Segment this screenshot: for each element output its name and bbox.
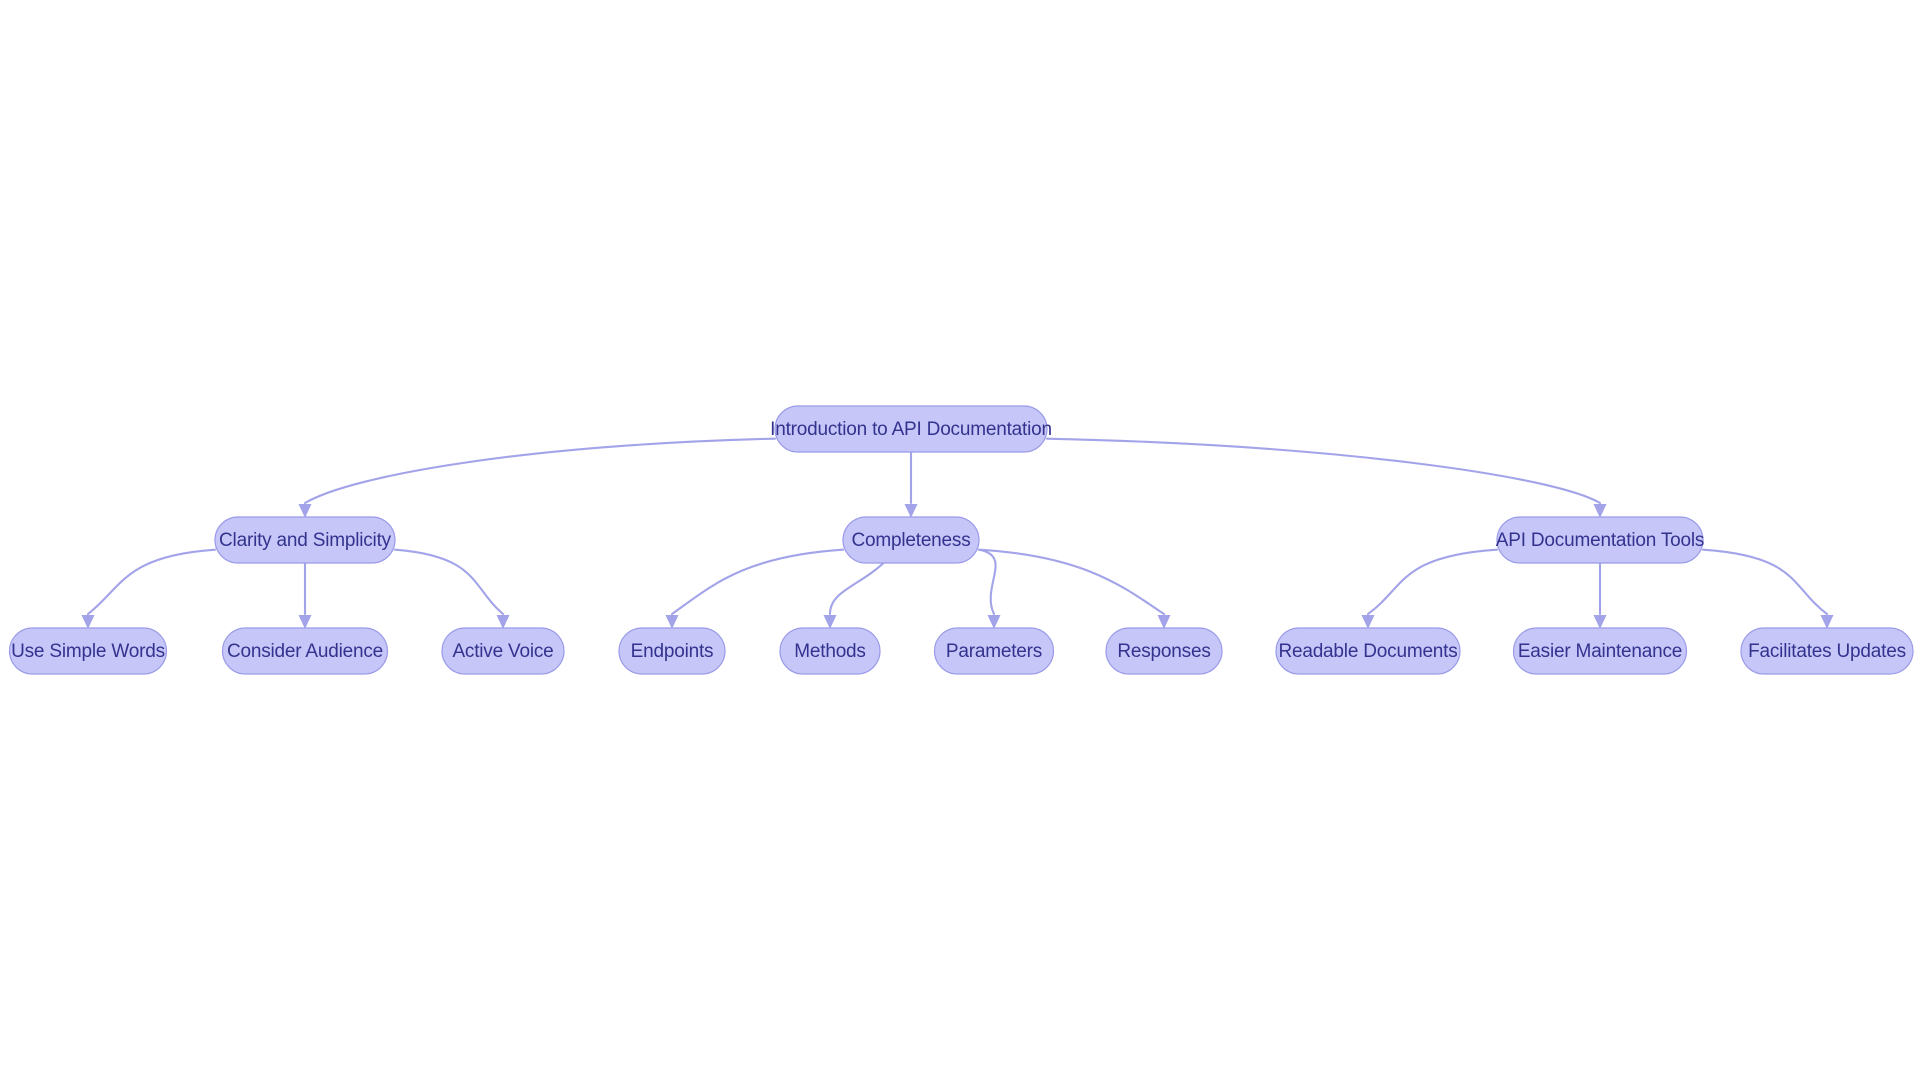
edge-clarity-to-active-voice	[393, 548, 510, 629]
edge-line	[828, 561, 885, 616]
node-box[interactable]	[779, 627, 881, 675]
edge-clarity-to-consider-audience	[298, 561, 312, 629]
node-methods[interactable]: Methods	[779, 627, 881, 675]
edge-tools-to-easier-maintenance	[1593, 561, 1607, 629]
node-box[interactable]	[441, 627, 565, 675]
node-root[interactable]: Introduction to API Documentation	[770, 405, 1052, 453]
edge-root-to-completeness	[904, 450, 918, 518]
edge-root-to-clarity	[298, 437, 777, 518]
edge-completeness-to-endpoints	[665, 548, 845, 629]
node-box[interactable]	[774, 405, 1048, 453]
node-parameters[interactable]: Parameters	[933, 627, 1055, 675]
node-box[interactable]	[1740, 627, 1914, 675]
node-endpoints[interactable]: Endpoints	[618, 627, 726, 675]
edge-line	[1045, 437, 1602, 505]
edge-line	[1701, 548, 1829, 616]
node-box[interactable]	[214, 516, 396, 564]
node-box[interactable]	[1512, 627, 1688, 675]
node-facilitates-updates[interactable]: Facilitates Updates	[1740, 627, 1914, 675]
node-consider-audience[interactable]: Consider Audience	[221, 627, 389, 675]
node-box[interactable]	[8, 627, 168, 675]
arrow-head-icon	[496, 615, 510, 629]
node-responses[interactable]: Responses	[1105, 627, 1223, 675]
nodes-layer: Introduction to API Documentation Clarity…	[8, 405, 1914, 675]
edge-line	[670, 548, 845, 616]
edge-tools-to-facilitates-updates	[1701, 548, 1834, 629]
arrow-head-icon	[1157, 615, 1171, 629]
arrow-head-icon	[1593, 504, 1607, 518]
edge-tools-to-readable-documents	[1361, 548, 1499, 629]
node-tools[interactable]: API Documentation Tools	[1496, 516, 1704, 564]
arrow-head-icon	[81, 615, 95, 629]
arrow-head-icon	[298, 504, 312, 518]
arrow-head-icon	[987, 615, 1001, 629]
node-box[interactable]	[1105, 627, 1223, 675]
arrow-head-icon	[1820, 615, 1834, 629]
arrow-head-icon	[1593, 615, 1607, 629]
node-box[interactable]	[1275, 627, 1461, 675]
node-box[interactable]	[842, 516, 980, 564]
arrow-head-icon	[1361, 615, 1375, 629]
edge-completeness-to-methods	[823, 561, 885, 629]
flowchart-svg: Introduction to API Documentation Clarity…	[8, 405, 1914, 675]
node-box[interactable]	[933, 627, 1055, 675]
arrow-head-icon	[665, 615, 679, 629]
arrow-head-icon	[823, 615, 837, 629]
node-active-voice[interactable]: Active Voice	[441, 627, 565, 675]
edge-line	[86, 548, 217, 616]
edge-root-to-tools	[1045, 437, 1607, 518]
node-clarity[interactable]: Clarity and Simplicity	[214, 516, 396, 564]
edge-completeness-to-parameters	[977, 548, 1001, 629]
node-simple-words[interactable]: Use Simple Words	[8, 627, 168, 675]
arrow-head-icon	[298, 615, 312, 629]
node-box[interactable]	[618, 627, 726, 675]
flowchart-canvas: Introduction to API Documentation Clarity…	[0, 0, 1920, 1080]
node-readable-documents[interactable]: Readable Documents	[1275, 627, 1461, 675]
edge-line	[303, 437, 777, 505]
node-easier-maintenance[interactable]: Easier Maintenance	[1512, 627, 1688, 675]
node-box[interactable]	[1496, 516, 1704, 564]
node-completeness[interactable]: Completeness	[842, 516, 980, 564]
edge-clarity-to-simple-words	[81, 548, 217, 629]
edge-line	[977, 548, 997, 616]
edge-line	[1366, 548, 1499, 616]
edge-line	[393, 548, 505, 616]
node-box[interactable]	[221, 627, 389, 675]
arrow-head-icon	[904, 504, 918, 518]
edge-line	[977, 548, 1166, 616]
edge-completeness-to-responses	[977, 548, 1171, 629]
